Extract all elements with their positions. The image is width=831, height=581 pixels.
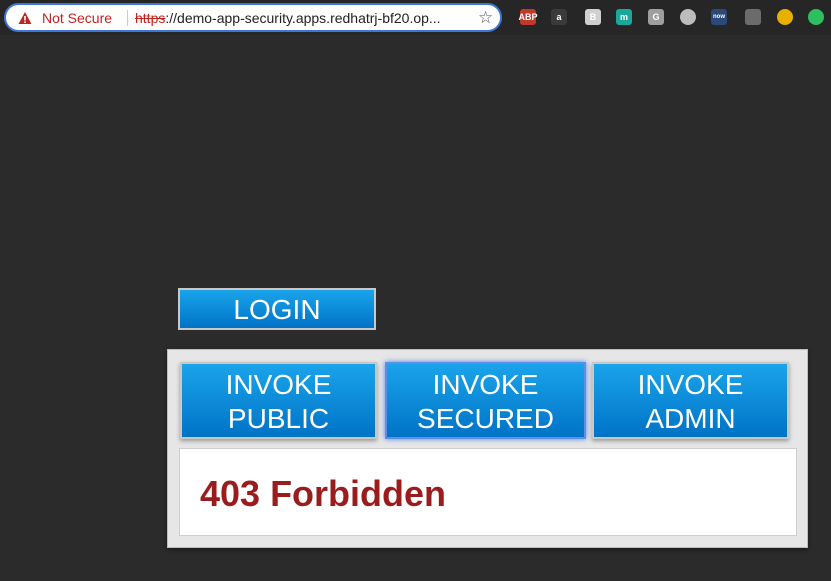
invoke-admin-label-line1: INVOKE [637, 368, 744, 400]
extension-a-icon[interactable]: a [551, 9, 567, 25]
browser-toolbar: Not Secure https://demo-app-security.app… [0, 0, 831, 35]
login-button-label: LOGIN [233, 294, 321, 325]
url-host: ://demo-app-security.apps.redhatrj-bf20.… [165, 10, 441, 26]
address-divider [127, 10, 128, 26]
extension-now-icon[interactable]: now [711, 9, 727, 25]
security-label[interactable]: Not Secure [42, 10, 112, 26]
bookmark-star-icon[interactable]: ☆ [478, 8, 493, 28]
extension-circle-icon[interactable] [680, 9, 696, 25]
url-scheme: https [135, 10, 166, 26]
extension-m-icon[interactable]: m [616, 9, 632, 25]
invoke-public-button[interactable]: INVOKE PUBLIC [180, 362, 377, 439]
invoke-secured-button[interactable]: INVOKE SECURED [385, 362, 586, 439]
invoke-secured-label-line2: SECURED [417, 402, 554, 434]
invoke-public-label-line2: PUBLIC [227, 402, 330, 434]
address-bar[interactable]: Not Secure https://demo-app-security.app… [4, 3, 502, 32]
warning-icon[interactable] [18, 11, 32, 25]
extension-chrome-icon[interactable] [777, 9, 793, 25]
invoke-admin-label-line2: ADMIN [645, 402, 736, 434]
extension-b-icon[interactable]: B [585, 9, 601, 25]
extension-g-icon[interactable]: G [648, 9, 664, 25]
result-box: 403 Forbidden [179, 448, 797, 536]
invoke-panel: INVOKE PUBLIC INVOKE SECURED INVOKE ADMI… [167, 349, 808, 548]
invoke-admin-button[interactable]: INVOKE ADMIN [592, 362, 789, 439]
extension-bulb-icon[interactable] [745, 9, 761, 25]
extension-evernote-icon[interactable] [808, 9, 824, 25]
login-button[interactable]: LOGIN [178, 288, 376, 330]
invoke-public-label-line1: INVOKE [225, 368, 332, 400]
adblock-icon[interactable]: ABP [519, 9, 538, 25]
invoke-secured-label-line1: INVOKE [432, 368, 539, 400]
url-text[interactable]: https://demo-app-security.apps.redhatrj-… [135, 10, 441, 26]
result-status-text: 403 Forbidden [200, 473, 447, 514]
